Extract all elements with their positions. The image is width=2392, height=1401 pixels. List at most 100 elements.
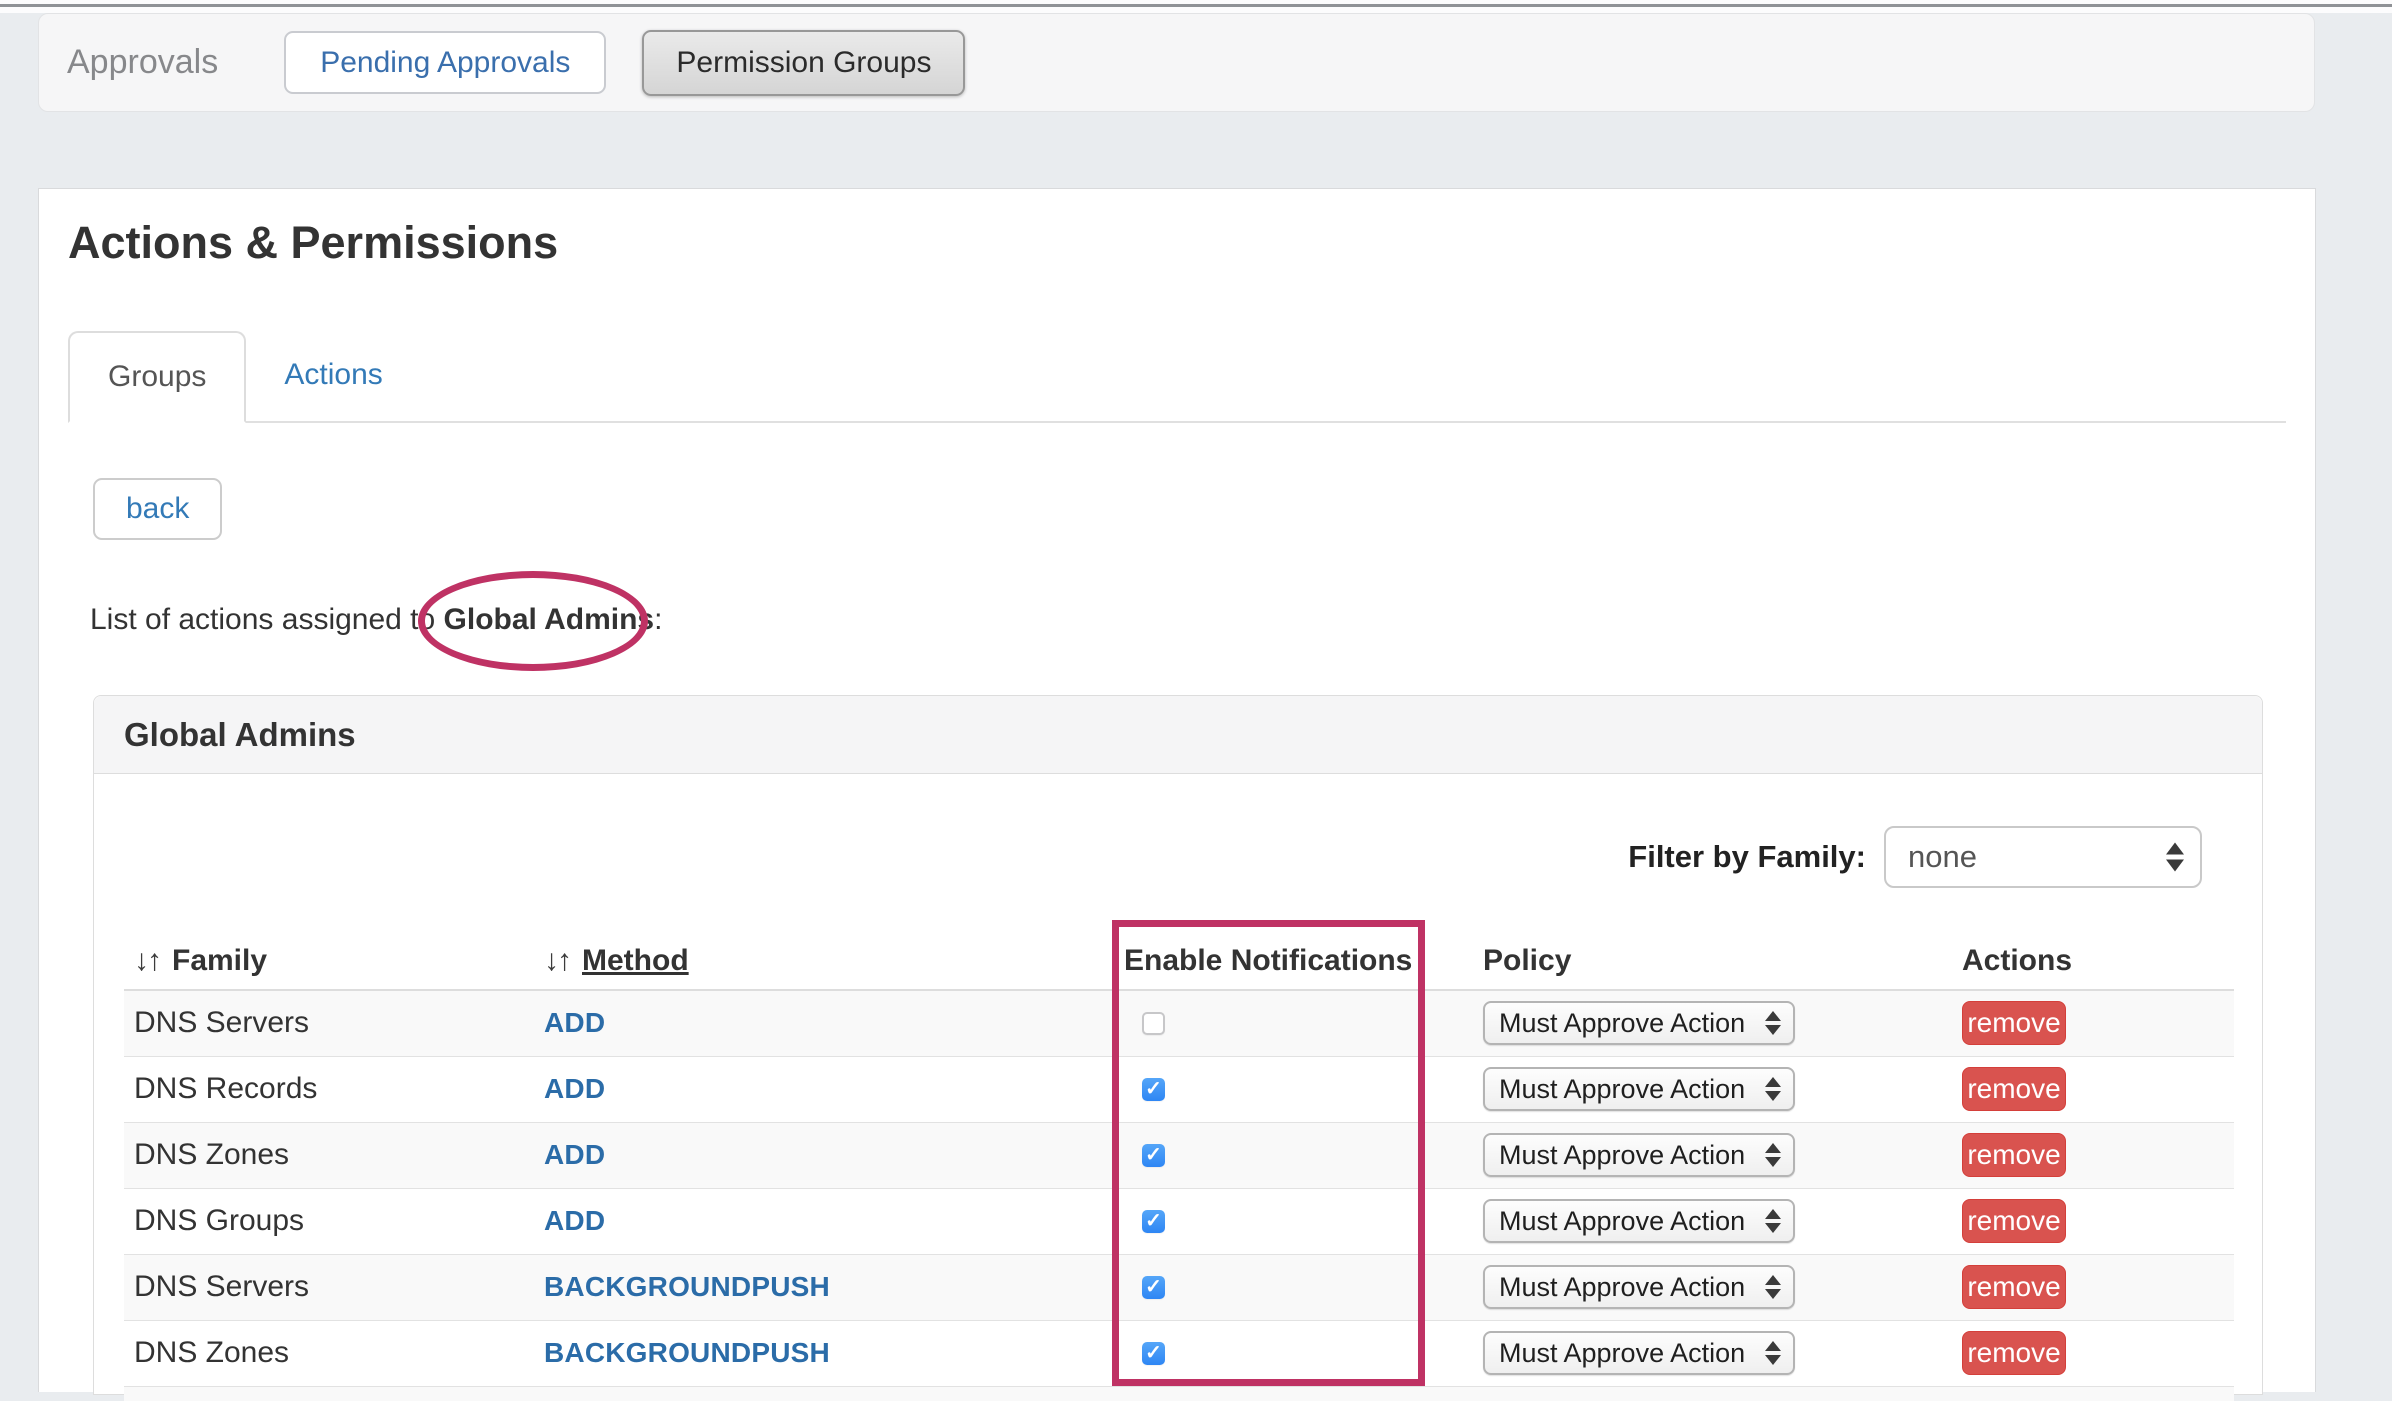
- notification-checkbox[interactable]: ✓: [1142, 1144, 1165, 1167]
- notifications-cell: ✓: [1124, 1320, 1430, 1386]
- notifications-cell: ✓: [1124, 990, 1430, 1056]
- group-panel-title: Global Admins: [124, 716, 356, 754]
- policy-select[interactable]: Must Approve Action: [1483, 1331, 1795, 1375]
- actions-table-wrap: ↓↑Family ↓↑Method Enable Notifications P…: [124, 932, 2234, 1401]
- header-enable-notifications: Enable Notifications: [1124, 932, 1430, 990]
- group-panel: Global Admins Filter by Family: none ↓↑ F…: [93, 695, 2263, 1395]
- policy-cell: Must Approve Action: [1430, 1254, 1942, 1320]
- method-link[interactable]: ADD: [544, 1007, 605, 1038]
- clipped-next-row: [124, 1387, 2234, 1401]
- remove-button[interactable]: remove: [1962, 1001, 2066, 1045]
- method-link[interactable]: BACKGROUNDPUSH: [544, 1337, 830, 1368]
- check-icon: ✓: [1145, 1277, 1162, 1297]
- header-actions: Actions: [1942, 932, 2234, 990]
- policy-select[interactable]: Must Approve Action: [1483, 1001, 1795, 1045]
- approvals-heading: Approvals: [67, 43, 218, 82]
- family-cell: DNS Servers: [124, 990, 544, 1056]
- family-filter-row: Filter by Family: none: [1628, 826, 2202, 888]
- assigned-colon: :: [654, 603, 662, 636]
- method-cell: BACKGROUNDPUSH: [544, 1254, 1124, 1320]
- select-arrows-icon: [2166, 843, 2184, 872]
- page-title: Actions & Permissions: [68, 217, 558, 269]
- select-arrows-icon: [1765, 1077, 1781, 1101]
- back-button[interactable]: back: [93, 478, 222, 540]
- tab-groups[interactable]: Groups: [68, 331, 246, 423]
- approvals-toolbar: Approvals Pending Approvals Permission G…: [38, 13, 2315, 112]
- policy-select[interactable]: Must Approve Action: [1483, 1067, 1795, 1111]
- actions-cell: remove: [1942, 1188, 2234, 1254]
- table-row: DNS Servers ADD ✓ Must Approve Action re…: [124, 990, 2234, 1056]
- policy-select[interactable]: Must Approve Action: [1483, 1133, 1795, 1177]
- policy-value: Must Approve Action: [1499, 1206, 1745, 1237]
- actions-cell: remove: [1942, 1122, 2234, 1188]
- method-cell: BACKGROUNDPUSH: [544, 1320, 1124, 1386]
- select-arrows-icon: [1765, 1341, 1781, 1365]
- remove-button[interactable]: remove: [1962, 1199, 2066, 1243]
- sort-icon: ↓↑: [544, 944, 570, 977]
- actions-cell: remove: [1942, 1254, 2234, 1320]
- family-filter-value: none: [1908, 839, 1977, 875]
- notifications-cell: ✓: [1124, 1188, 1430, 1254]
- policy-cell: Must Approve Action: [1430, 1056, 1942, 1122]
- method-cell: ADD: [544, 1122, 1124, 1188]
- family-filter-select[interactable]: none: [1884, 826, 2202, 888]
- notification-checkbox[interactable]: ✓: [1142, 1210, 1165, 1233]
- remove-button[interactable]: remove: [1962, 1331, 2066, 1375]
- assigned-group-name: Global Admins: [444, 603, 655, 636]
- tab-actions[interactable]: Actions: [246, 329, 420, 421]
- notification-checkbox[interactable]: ✓: [1142, 1342, 1165, 1365]
- header-method-label: Method: [582, 944, 689, 977]
- policy-value: Must Approve Action: [1499, 1338, 1745, 1369]
- assigned-prefix: List of actions assigned to: [90, 603, 444, 636]
- header-family-label: Family: [172, 944, 267, 977]
- actions-cell: remove: [1942, 1056, 2234, 1122]
- notification-checkbox[interactable]: ✓: [1142, 1078, 1165, 1101]
- notifications-cell: ✓: [1124, 1056, 1430, 1122]
- sort-icon: ↓↑: [134, 944, 160, 977]
- policy-value: Must Approve Action: [1499, 1074, 1745, 1105]
- table-header-row: ↓↑Family ↓↑Method Enable Notifications P…: [124, 932, 2234, 990]
- notifications-cell: ✓: [1124, 1254, 1430, 1320]
- assigned-actions-text: List of actions assigned to Global Admin…: [90, 603, 662, 637]
- header-method[interactable]: ↓↑ Method: [544, 932, 1124, 990]
- remove-button[interactable]: remove: [1962, 1133, 2066, 1177]
- main-content-card: Actions & Permissions Groups Actions bac…: [38, 188, 2316, 1392]
- check-icon: ✓: [1145, 1145, 1162, 1165]
- permission-groups-button[interactable]: Permission Groups: [642, 30, 965, 96]
- family-cell: DNS Zones: [124, 1320, 544, 1386]
- check-icon: ✓: [1145, 1343, 1162, 1363]
- policy-select[interactable]: Must Approve Action: [1483, 1265, 1795, 1309]
- actions-cell: remove: [1942, 990, 2234, 1056]
- method-link[interactable]: BACKGROUNDPUSH: [544, 1271, 830, 1302]
- family-cell: DNS Servers: [124, 1254, 544, 1320]
- check-icon: ✓: [1145, 1211, 1162, 1231]
- method-link[interactable]: ADD: [544, 1139, 605, 1170]
- select-arrows-icon: [1765, 1143, 1781, 1167]
- window-top-edge-line: [0, 4, 2392, 7]
- table-row: DNS Zones ADD ✓ Must Approve Action remo…: [124, 1122, 2234, 1188]
- check-icon: ✓: [1145, 1079, 1162, 1099]
- table-row: DNS Records ADD ✓ Must Approve Action re…: [124, 1056, 2234, 1122]
- header-family[interactable]: ↓↑ Family: [124, 932, 544, 990]
- family-cell: DNS Zones: [124, 1122, 544, 1188]
- policy-cell: Must Approve Action: [1430, 1188, 1942, 1254]
- tab-bar: Groups Actions: [68, 331, 2286, 423]
- table-row: DNS Groups ADD ✓ Must Approve Action rem…: [124, 1188, 2234, 1254]
- select-arrows-icon: [1765, 1011, 1781, 1035]
- method-link[interactable]: ADD: [544, 1205, 605, 1236]
- remove-button[interactable]: remove: [1962, 1265, 2066, 1309]
- family-cell: DNS Records: [124, 1056, 544, 1122]
- method-cell: ADD: [544, 990, 1124, 1056]
- method-link[interactable]: ADD: [544, 1073, 605, 1104]
- actions-table: ↓↑Family ↓↑Method Enable Notifications P…: [124, 932, 2234, 1387]
- notification-checkbox[interactable]: ✓: [1142, 1012, 1165, 1035]
- method-cell: ADD: [544, 1056, 1124, 1122]
- policy-value: Must Approve Action: [1499, 1008, 1745, 1039]
- policy-select[interactable]: Must Approve Action: [1483, 1199, 1795, 1243]
- remove-button[interactable]: remove: [1962, 1067, 2066, 1111]
- policy-cell: Must Approve Action: [1430, 1320, 1942, 1386]
- family-cell: DNS Groups: [124, 1188, 544, 1254]
- notification-checkbox[interactable]: ✓: [1142, 1276, 1165, 1299]
- pending-approvals-button[interactable]: Pending Approvals: [284, 31, 606, 94]
- notifications-cell: ✓: [1124, 1122, 1430, 1188]
